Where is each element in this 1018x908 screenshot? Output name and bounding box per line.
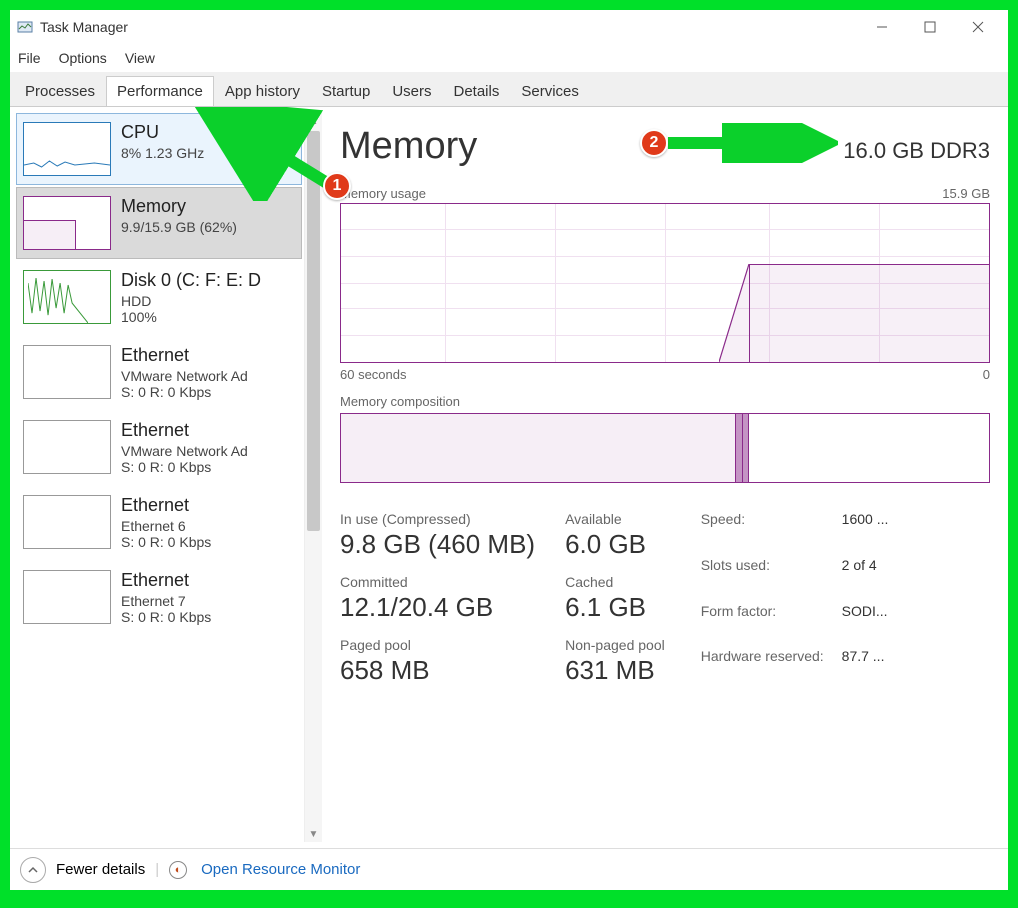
memory-composition-chart xyxy=(340,413,990,483)
composition-label: Memory composition xyxy=(340,394,990,409)
in-use-label: In use (Compressed) xyxy=(340,511,535,527)
footer-separator: | xyxy=(155,861,159,878)
available-label: Available xyxy=(565,511,665,527)
eth4-sub2: S: 0 R: 0 Kbps xyxy=(121,609,295,625)
fewer-details-chevron-icon[interactable] xyxy=(20,857,46,883)
eth2-sub2: S: 0 R: 0 Kbps xyxy=(121,459,295,475)
scroll-up-icon[interactable]: ▲ xyxy=(305,113,322,129)
slots-label: Slots used: xyxy=(701,557,824,595)
speed-label: Speed: xyxy=(701,511,824,549)
footer: Fewer details | ◐ Open Resource Monitor xyxy=(10,848,1008,890)
memory-thumb xyxy=(23,196,111,250)
tabbar: Processes Performance App history Startu… xyxy=(10,72,1008,106)
usage-max: 15.9 GB xyxy=(942,186,990,201)
window-controls xyxy=(858,10,1002,44)
sidebar: CPU 8% 1.23 GHz Memory 9.9/15.9 GB (62%) xyxy=(10,107,322,848)
reserved-value: 87.7 ... xyxy=(842,648,889,686)
eth1-sub: VMware Network Ad xyxy=(121,368,295,384)
memory-capacity: 16.0 GB DDR3 xyxy=(843,138,990,164)
eth3-title: Ethernet xyxy=(121,495,295,516)
eth1-sub2: S: 0 R: 0 Kbps xyxy=(121,384,295,400)
annotation-badge-2: 2 xyxy=(640,129,668,157)
fewer-details-link[interactable]: Fewer details xyxy=(56,861,145,878)
eth3-thumb xyxy=(23,495,111,549)
app-icon xyxy=(16,18,34,36)
disk-sub: HDD xyxy=(121,293,295,309)
sidebar-item-ethernet-2[interactable]: Ethernet VMware Network Ad S: 0 R: 0 Kbp… xyxy=(16,411,302,484)
paged-label: Paged pool xyxy=(340,637,535,653)
main-panel: Memory 16.0 GB DDR3 Memory usage 15.9 GB xyxy=(322,107,1008,848)
sidebar-item-disk0[interactable]: Disk 0 (C: F: E: D HDD 100% xyxy=(16,261,302,334)
sidebar-item-ethernet-1[interactable]: Ethernet VMware Network Ad S: 0 R: 0 Kbp… xyxy=(16,336,302,409)
page-title: Memory xyxy=(340,125,477,168)
eth2-sub: VMware Network Ad xyxy=(121,443,295,459)
disk-title: Disk 0 (C: F: E: D xyxy=(121,270,295,291)
eth3-sub: Ethernet 6 xyxy=(121,518,295,534)
eth4-sub: Ethernet 7 xyxy=(121,593,295,609)
stats-area: In use (Compressed) 9.8 GB (460 MB) Avai… xyxy=(340,511,990,686)
eth3-sub2: S: 0 R: 0 Kbps xyxy=(121,534,295,550)
available-value: 6.0 GB xyxy=(565,529,665,560)
menubar: File Options View xyxy=(10,44,1008,72)
cpu-thumb xyxy=(23,122,111,176)
sidebar-item-cpu[interactable]: CPU 8% 1.23 GHz xyxy=(16,113,302,185)
tab-app-history[interactable]: App history xyxy=(214,76,311,106)
disk-sub2: 100% xyxy=(121,309,295,325)
eth1-thumb xyxy=(23,345,111,399)
cached-value: 6.1 GB xyxy=(565,592,665,623)
eth4-thumb xyxy=(23,570,111,624)
paged-value: 658 MB xyxy=(340,655,535,686)
tab-processes[interactable]: Processes xyxy=(14,76,106,106)
committed-value: 12.1/20.4 GB xyxy=(340,592,535,623)
eth2-thumb xyxy=(23,420,111,474)
committed-label: Committed xyxy=(340,574,535,590)
tab-details[interactable]: Details xyxy=(443,76,511,106)
eth1-title: Ethernet xyxy=(121,345,295,366)
sidebar-item-ethernet-4[interactable]: Ethernet Ethernet 7 S: 0 R: 0 Kbps xyxy=(16,561,302,634)
tab-startup[interactable]: Startup xyxy=(311,76,381,106)
window-title: Task Manager xyxy=(40,19,128,35)
annotation-badge-1: 1 xyxy=(323,172,351,200)
cpu-sub: 8% 1.23 GHz xyxy=(121,145,295,161)
nonpaged-value: 631 MB xyxy=(565,655,665,686)
disk-thumb xyxy=(23,270,111,324)
tab-services[interactable]: Services xyxy=(510,76,590,106)
close-button[interactable] xyxy=(954,10,1002,44)
maximize-button[interactable] xyxy=(906,10,954,44)
scroll-down-icon[interactable]: ▼ xyxy=(305,826,322,842)
eth4-title: Ethernet xyxy=(121,570,295,591)
form-value: SODI... xyxy=(842,603,889,641)
eth2-title: Ethernet xyxy=(121,420,295,441)
slots-value: 2 of 4 xyxy=(842,557,889,595)
memory-title: Memory xyxy=(121,196,295,217)
axis-left: 60 seconds xyxy=(340,367,407,382)
reserved-label: Hardware reserved: xyxy=(701,648,824,686)
sidebar-item-memory[interactable]: Memory 9.9/15.9 GB (62%) xyxy=(16,187,302,259)
menu-view[interactable]: View xyxy=(125,50,155,66)
cached-label: Cached xyxy=(565,574,665,590)
nonpaged-label: Non-paged pool xyxy=(565,637,665,653)
menu-file[interactable]: File xyxy=(18,50,41,66)
axis-right: 0 xyxy=(983,367,990,382)
memory-sub: 9.9/15.9 GB (62%) xyxy=(121,219,295,235)
titlebar[interactable]: Task Manager xyxy=(10,10,1008,44)
cpu-title: CPU xyxy=(121,122,295,143)
form-label: Form factor: xyxy=(701,603,824,641)
sidebar-scrollbar[interactable]: ▲ ▼ xyxy=(304,113,322,842)
menu-options[interactable]: Options xyxy=(59,50,107,66)
memory-usage-chart xyxy=(340,203,990,363)
tab-performance[interactable]: Performance xyxy=(106,76,214,107)
speed-value: 1600 ... xyxy=(842,511,889,549)
minimize-button[interactable] xyxy=(858,10,906,44)
tab-users[interactable]: Users xyxy=(381,76,442,106)
task-manager-window: Task Manager File Options View Processes… xyxy=(10,10,1008,890)
resource-monitor-icon: ◐ xyxy=(169,861,187,879)
scroll-thumb[interactable] xyxy=(307,131,320,531)
usage-label: Memory usage xyxy=(340,186,426,201)
sidebar-item-ethernet-3[interactable]: Ethernet Ethernet 6 S: 0 R: 0 Kbps xyxy=(16,486,302,559)
open-resource-monitor-link[interactable]: Open Resource Monitor xyxy=(201,861,360,878)
in-use-value: 9.8 GB (460 MB) xyxy=(340,529,535,560)
content-area: 1 2 CPU 8% 1.23 GHz xyxy=(10,106,1008,848)
